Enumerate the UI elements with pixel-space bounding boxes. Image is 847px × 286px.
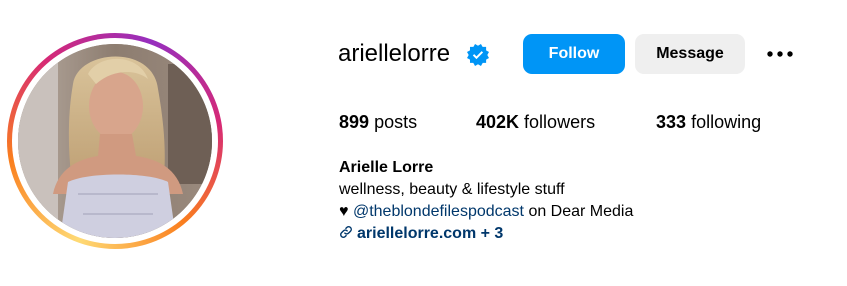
posts-label: posts <box>374 112 418 132</box>
avatar[interactable] <box>18 44 212 238</box>
bio: Arielle Lorre wellness, beauty & lifesty… <box>339 157 633 245</box>
follow-button[interactable]: Follow <box>523 34 625 74</box>
full-name: Arielle Lorre <box>339 159 434 176</box>
mention-link[interactable]: @theblondefilespodcast <box>353 203 524 220</box>
username: ariellelorre <box>338 40 451 67</box>
mention-suffix: on Dear Media <box>528 203 634 220</box>
bio-mention-line: ♥ @theblondefilespodcast on Dear Media <box>339 201 633 223</box>
verified-badge-icon <box>467 44 489 66</box>
following-number: 333 <box>656 112 687 132</box>
more-options-icon[interactable] <box>763 40 797 68</box>
followers-label: followers <box>524 112 596 132</box>
heart-icon: ♥ <box>339 203 349 220</box>
posts-number: 899 <box>339 112 370 132</box>
followers-number: 402K <box>476 112 520 132</box>
link-text: ariellelorre.com + 3 <box>357 225 504 242</box>
profile-photo <box>18 44 212 238</box>
following-count[interactable]: 333 following <box>656 110 761 134</box>
bio-line: wellness, beauty & lifestyle stuff <box>339 181 565 198</box>
followers-count[interactable]: 402K followers <box>476 110 595 134</box>
message-button[interactable]: Message <box>635 34 745 74</box>
posts-count: 899 posts <box>339 110 417 134</box>
following-label: following <box>691 112 762 132</box>
link-icon <box>340 226 352 238</box>
external-link[interactable]: ariellelorre.com + 3 <box>339 223 633 245</box>
story-ring[interactable] <box>7 33 223 249</box>
profile-header: ariellelorre Follow Message 899 posts 40… <box>0 0 847 286</box>
